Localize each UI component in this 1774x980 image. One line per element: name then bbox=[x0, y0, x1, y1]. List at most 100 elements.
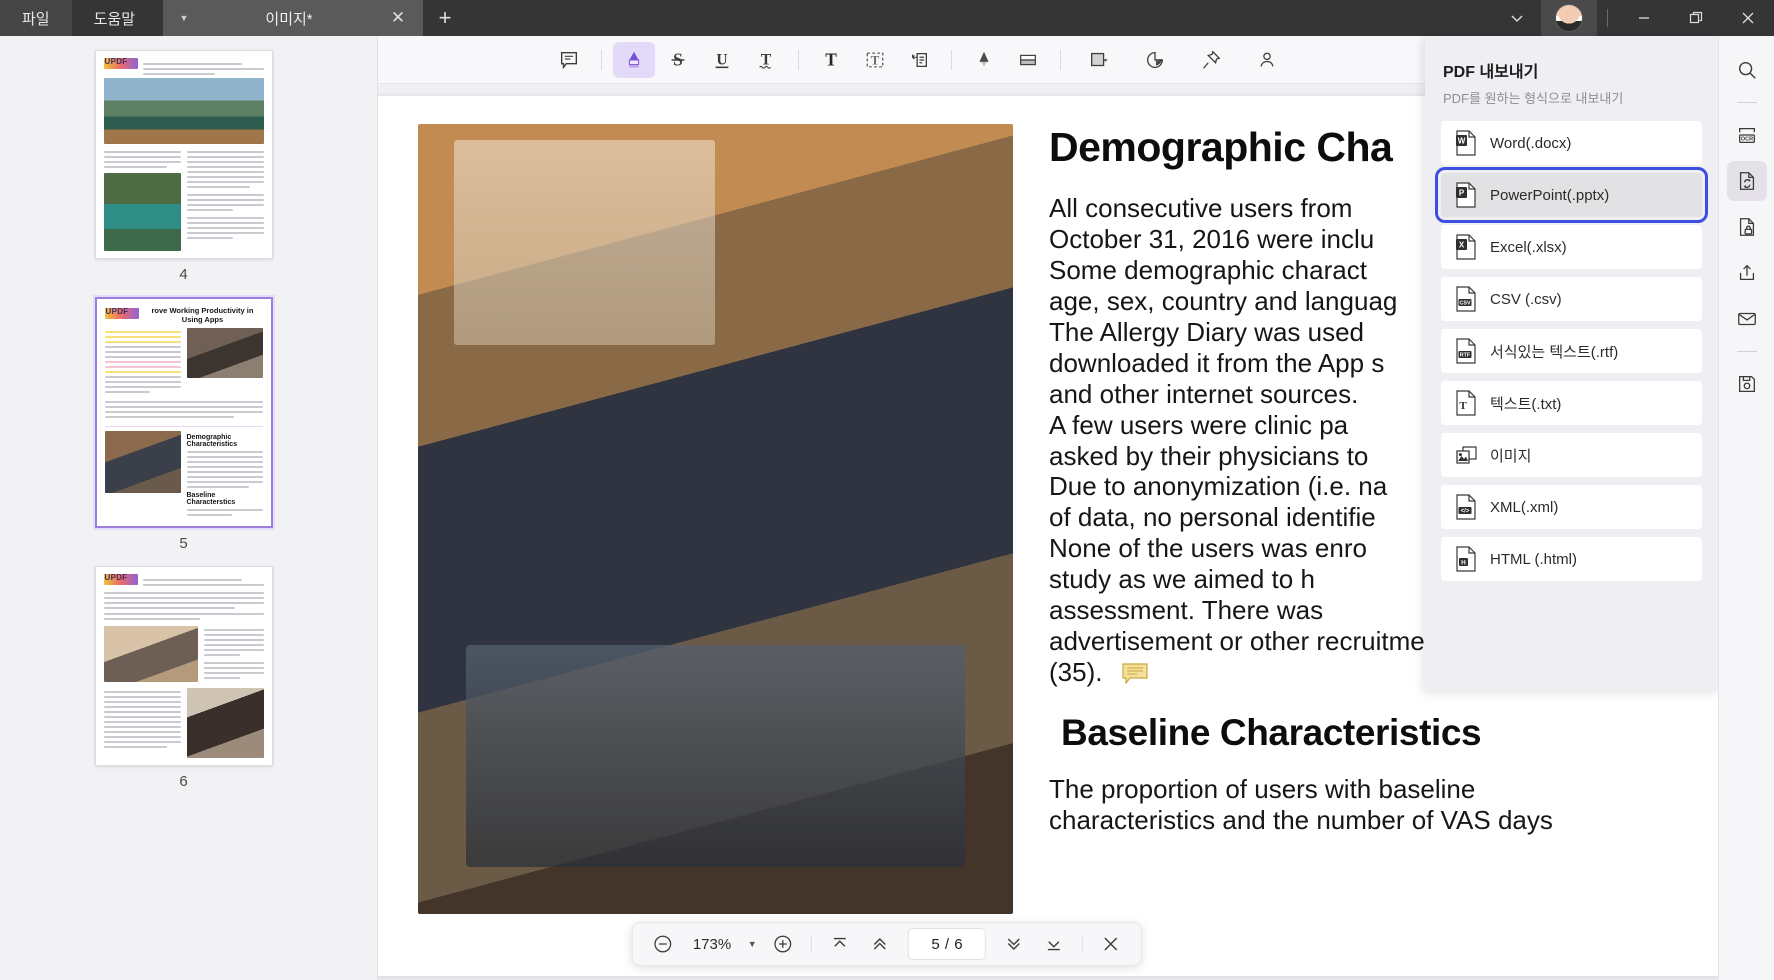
signature-icon[interactable] bbox=[1240, 42, 1294, 78]
thumbnail-image bbox=[103, 78, 264, 144]
prev-page-button[interactable] bbox=[862, 928, 898, 960]
thumbnail-pane[interactable]: 4 rove Working Productivity in Using App… bbox=[0, 36, 378, 980]
export-option-word[interactable]: W Word(.docx) bbox=[1441, 121, 1702, 165]
menu-help[interactable]: 도움말 bbox=[72, 0, 157, 36]
export-option-label: 서식있는 텍스트(.rtf) bbox=[1490, 343, 1619, 361]
last-page-button[interactable] bbox=[1036, 928, 1072, 960]
thumbnail-page-6[interactable] bbox=[94, 566, 273, 766]
csv-file-icon: CSV bbox=[1455, 286, 1477, 312]
export-option-label: HTML (.html) bbox=[1490, 550, 1577, 568]
zoom-level-label[interactable]: 173% bbox=[685, 936, 739, 953]
xml-file-icon: </> bbox=[1455, 494, 1477, 520]
zoom-out-button[interactable] bbox=[645, 928, 681, 960]
export-option-rtf[interactable]: RTF 서식있는 텍스트(.rtf) bbox=[1441, 329, 1702, 373]
save-icon[interactable] bbox=[1727, 364, 1767, 404]
svg-text:H: H bbox=[1461, 559, 1466, 566]
export-option-xml[interactable]: </> XML(.xml) bbox=[1441, 485, 1702, 529]
export-option-label: 텍스트(.txt) bbox=[1490, 395, 1562, 413]
thumbnail-page-5[interactable]: rove Working Productivity in Using Apps bbox=[94, 297, 273, 528]
close-icon[interactable]: ✕ bbox=[387, 8, 409, 28]
updf-logo bbox=[103, 57, 138, 69]
svg-text:CSV: CSV bbox=[1459, 301, 1470, 307]
next-page-button[interactable] bbox=[996, 928, 1032, 960]
close-button[interactable] bbox=[1722, 0, 1774, 36]
chevron-down-icon[interactable]: ▼ bbox=[177, 13, 191, 23]
thumbnail-number: 4 bbox=[179, 266, 188, 283]
export-option-label: 이미지 bbox=[1490, 447, 1532, 465]
rtf-file-icon: RTF bbox=[1455, 338, 1477, 364]
export-option-label: CSV (.csv) bbox=[1490, 290, 1562, 308]
stamp-icon[interactable] bbox=[1128, 42, 1182, 78]
title-bar: 파일 도움말 ▼ 이미지* ✕ + bbox=[0, 0, 1774, 36]
svg-text:OCR: OCR bbox=[1740, 137, 1752, 143]
shape-icon[interactable] bbox=[1072, 42, 1126, 78]
search-icon[interactable] bbox=[1727, 50, 1767, 90]
page-navigation-bar: 173% ▼ 5 / 6 bbox=[631, 922, 1143, 966]
eraser-icon[interactable] bbox=[1007, 42, 1049, 78]
page-indicator[interactable]: 5 / 6 bbox=[908, 928, 987, 960]
export-option-excel[interactable]: X Excel(.xlsx) bbox=[1441, 225, 1702, 269]
thumbnail-section-title: Demographic Characteristics bbox=[186, 434, 238, 448]
thumbnail-number: 6 bbox=[179, 773, 188, 790]
divider bbox=[1607, 9, 1608, 27]
protect-icon[interactable] bbox=[1727, 207, 1767, 247]
squiggly-underline-icon[interactable]: T bbox=[745, 42, 787, 78]
avatar[interactable] bbox=[1541, 0, 1597, 36]
pin-icon[interactable] bbox=[1184, 42, 1238, 78]
page-paragraph-line: (35). bbox=[1049, 657, 1103, 688]
export-option-csv[interactable]: CSV CSV (.csv) bbox=[1441, 277, 1702, 321]
export-option-label: PowerPoint(.pptx) bbox=[1490, 186, 1610, 204]
minimize-button[interactable] bbox=[1618, 0, 1670, 36]
thumbnail-number: 5 bbox=[179, 535, 188, 552]
export-option-txt[interactable]: T 텍스트(.txt) bbox=[1441, 381, 1702, 425]
image-file-icon bbox=[1455, 442, 1477, 468]
export-option-label: XML(.xml) bbox=[1490, 498, 1559, 516]
ocr-icon[interactable]: OCR bbox=[1727, 115, 1767, 155]
page-photo bbox=[418, 124, 1013, 914]
chevron-down-icon[interactable]: ▼ bbox=[743, 939, 761, 949]
thumbnail-section-title-2: Baseline Characterstics bbox=[186, 492, 236, 506]
svg-text:T: T bbox=[825, 49, 837, 69]
zoom-in-button[interactable] bbox=[765, 928, 801, 960]
maximize-button[interactable] bbox=[1670, 0, 1722, 36]
word-file-icon: W bbox=[1455, 130, 1477, 156]
updf-logo bbox=[103, 573, 138, 585]
convert-icon[interactable] bbox=[1726, 161, 1767, 201]
strikethrough-icon[interactable]: S bbox=[657, 42, 699, 78]
export-panel-subtitle: PDF를 원하는 형식으로 내보내기 bbox=[1443, 91, 1624, 106]
comment-icon[interactable] bbox=[548, 42, 590, 78]
share-icon[interactable] bbox=[1727, 253, 1767, 293]
thumbnail-page-4[interactable] bbox=[94, 50, 273, 259]
svg-text:RTF: RTF bbox=[1460, 353, 1471, 359]
svg-text:W: W bbox=[1458, 137, 1466, 146]
underline-icon[interactable]: U bbox=[701, 42, 743, 78]
new-tab-button[interactable]: + bbox=[423, 0, 467, 36]
document-tab[interactable]: ▼ 이미지* ✕ bbox=[163, 0, 424, 36]
sticky-note-annotation-icon[interactable] bbox=[1122, 663, 1148, 685]
tab-strip: ▼ 이미지* ✕ + bbox=[163, 0, 467, 36]
text-field-icon[interactable]: T bbox=[854, 42, 896, 78]
export-option-image[interactable]: 이미지 bbox=[1441, 433, 1702, 477]
pencil-icon[interactable] bbox=[963, 42, 1005, 78]
export-option-html[interactable]: H HTML (.html) bbox=[1441, 537, 1702, 581]
menu-file[interactable]: 파일 bbox=[0, 0, 72, 36]
text-callout-icon[interactable] bbox=[898, 42, 940, 78]
thumbnail-scroll[interactable]: 4 rove Working Productivity in Using App… bbox=[0, 36, 367, 980]
close-navigation-button[interactable] bbox=[1093, 928, 1129, 960]
txt-file-icon: T bbox=[1455, 390, 1477, 416]
page-heading-2: Baseline Characteristics bbox=[1061, 712, 1482, 753]
divider bbox=[951, 49, 952, 70]
first-page-button[interactable] bbox=[822, 928, 858, 960]
text-box-icon[interactable]: T bbox=[810, 42, 852, 78]
svg-text:</>: </> bbox=[1461, 509, 1470, 515]
email-icon[interactable] bbox=[1727, 299, 1767, 339]
highlighter-icon[interactable] bbox=[613, 41, 655, 78]
svg-text:T: T bbox=[871, 53, 880, 67]
chevron-down-icon[interactable] bbox=[1493, 0, 1541, 36]
divider bbox=[798, 49, 799, 70]
pdf-export-panel[interactable]: PDF 내보내기 PDF를 원하는 형식으로 내보내기 W Word(.docx… bbox=[1425, 36, 1718, 691]
html-file-icon: H bbox=[1455, 546, 1477, 572]
export-option-powerpoint[interactable]: P PowerPoint(.pptx) bbox=[1435, 167, 1708, 223]
divider bbox=[1736, 351, 1757, 352]
excel-file-icon: X bbox=[1455, 234, 1477, 260]
